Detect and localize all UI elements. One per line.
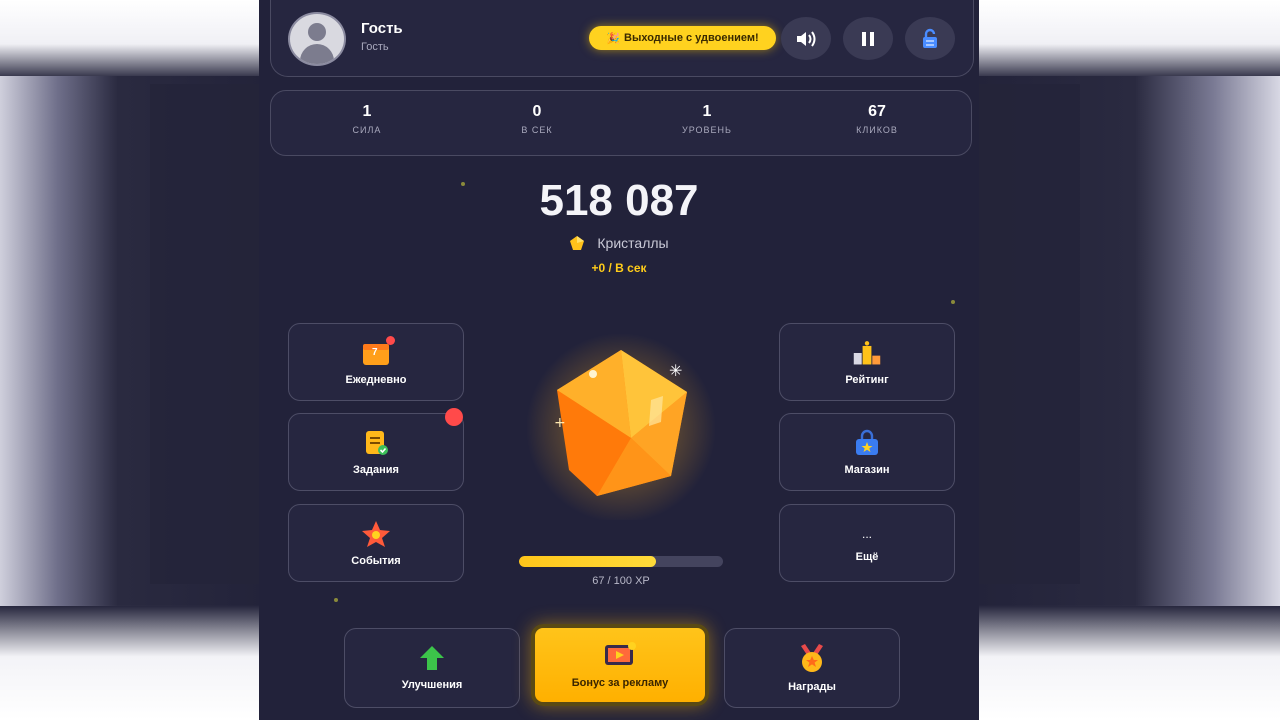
inner-shadow-left <box>150 84 262 584</box>
tasks-icon <box>361 429 391 457</box>
user-name: Гость <box>361 20 403 37</box>
daily-label: Ежедневно <box>345 373 407 386</box>
stat-label: В СЕК <box>521 125 553 135</box>
promo-button[interactable]: 🎉 Выходные с удвоением! <box>589 26 776 50</box>
more-label: Ещё <box>855 550 879 563</box>
tv-ad-icon <box>605 642 636 665</box>
ad-bonus-label: Бонус за рекламу <box>571 677 669 689</box>
currency-row: Кристаллы <box>259 235 979 251</box>
avatar-head <box>308 23 326 41</box>
more-button[interactable]: ... Ещё <box>779 504 955 582</box>
crystal-click-button[interactable]: ✳ + <box>521 330 721 520</box>
stat-value: 67 <box>868 103 886 120</box>
stat-clicks: 67 КЛИКОВ <box>817 103 937 135</box>
sparkle-icon: + <box>554 415 566 431</box>
stat-level: 1 УРОВЕНЬ <box>647 103 767 135</box>
events-button[interactable]: События <box>288 504 464 582</box>
party-icon: 🎉 <box>606 32 621 45</box>
calendar-day: 7 <box>372 346 378 358</box>
sparkle-dot <box>951 300 955 304</box>
stat-label: СИЛА <box>352 125 382 135</box>
crystal-score: 518 087 <box>539 176 699 225</box>
rate-text: +0 / В сек <box>591 261 647 275</box>
upgrades-label: Улучшения <box>401 679 463 691</box>
currency-label: Кристаллы <box>597 235 669 251</box>
pause-icon <box>862 31 874 46</box>
xp-progress-fill <box>519 556 656 567</box>
promo-label: Выходные с удвоением! <box>624 32 759 44</box>
sparkle-dot <box>461 182 465 186</box>
calendar-icon: 7 <box>361 335 395 367</box>
avatar[interactable] <box>288 12 346 66</box>
notification-badge <box>445 408 463 426</box>
rating-label: Рейтинг <box>845 373 889 386</box>
rewards-button[interactable]: Награды <box>724 628 900 708</box>
stat-per-second: 0 В СЕК <box>477 103 597 135</box>
upgrades-button[interactable]: Улучшения <box>344 628 520 708</box>
stat-value: 1 <box>362 103 372 120</box>
top-bar: Гость Гость 🎉 Выходные с удвоением! <box>270 0 974 77</box>
podium-icon <box>852 339 882 367</box>
tasks-button[interactable]: Задания <box>288 408 464 491</box>
stat-label: УРОВЕНЬ <box>682 125 732 135</box>
crystal-shine <box>649 396 663 426</box>
stats-bar: 1 СИЛА 0 В СЕК 1 УРОВЕНЬ 67 КЛИКОВ <box>270 90 972 156</box>
stat-label: КЛИКОВ <box>856 125 898 135</box>
more-icon: ... <box>861 526 872 541</box>
stat-power: 1 СИЛА <box>307 103 427 135</box>
shop-label: Магазин <box>844 463 890 476</box>
sound-button[interactable] <box>781 17 831 60</box>
daily-button[interactable]: 7 Ежедневно <box>288 323 464 401</box>
medal-icon <box>801 644 823 672</box>
crystal-small-icon <box>570 236 585 250</box>
crystal-sparkle <box>589 370 597 378</box>
sparkle-dot <box>334 598 338 602</box>
events-label: События <box>351 554 401 567</box>
shop-button[interactable]: Магазин <box>779 413 955 491</box>
notification-badge <box>386 335 395 345</box>
speaker-icon <box>797 30 816 47</box>
rating-button[interactable]: Рейтинг <box>779 323 955 401</box>
lock-button[interactable] <box>905 17 955 60</box>
shop-bag-icon <box>852 429 882 457</box>
arrow-up-icon <box>420 646 444 670</box>
avatar-body <box>300 44 334 64</box>
lock-icon <box>923 28 937 48</box>
pause-button[interactable] <box>843 17 893 60</box>
tasks-label: Задания <box>353 463 399 476</box>
game-panel: Гость Гость 🎉 Выходные с удвоением! 1 СИ… <box>259 0 979 720</box>
xp-text: 67 / 100 XP <box>592 575 650 587</box>
rewards-label: Награды <box>788 681 836 693</box>
star-icon <box>361 520 391 548</box>
user-subtitle: Гость <box>361 41 389 53</box>
stat-value: 0 <box>532 103 542 120</box>
inner-shadow-right <box>978 84 1080 584</box>
ad-bonus-button[interactable]: Бонус за рекламу <box>531 624 709 706</box>
sparkle-icon: ✳ <box>669 361 682 380</box>
xp-progress-bar <box>519 556 723 567</box>
stat-value: 1 <box>702 103 712 120</box>
